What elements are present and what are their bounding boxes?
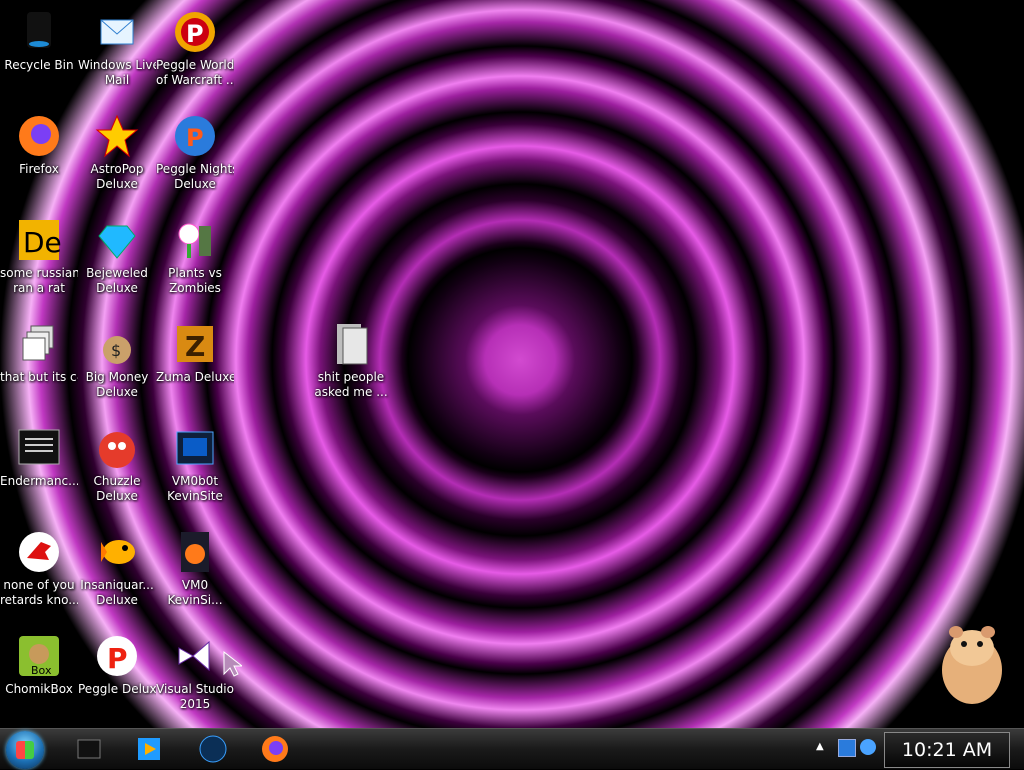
network-icon[interactable] xyxy=(838,739,856,757)
hamster-image xyxy=(930,610,1010,710)
desktop-icon-vm0-kevinsite[interactable]: VM0 KevinSi... xyxy=(156,528,234,608)
desktop-icon-astropop[interactable]: AstroPop Deluxe xyxy=(78,112,156,192)
desktop-icon-bejeweled[interactable]: Bejeweled Deluxe xyxy=(78,216,156,296)
chomikbox-icon: Box xyxy=(15,632,63,680)
desktop-icon-none-of-you[interactable]: none of you retards kno... xyxy=(0,528,78,608)
gem-icon xyxy=(93,216,141,264)
mail-icon xyxy=(93,8,141,56)
desktop-icon-peggle-deluxe[interactable]: P Peggle Deluxe xyxy=(78,632,156,697)
window-icon xyxy=(72,732,106,770)
recycle-bin-icon xyxy=(15,8,63,56)
globe-icon xyxy=(196,732,230,770)
zuma-icon: Z xyxy=(171,320,219,368)
desktop-icon-that-but-its-csharp[interactable]: that but its c# xyxy=(0,320,78,385)
plants-icon xyxy=(171,216,219,264)
terminal-icon xyxy=(15,424,63,472)
taskbar-button-browser[interactable] xyxy=(196,732,230,766)
desktop-icon-chuzzle[interactable]: Chuzzle Deluxe xyxy=(78,424,156,504)
svg-text:De: De xyxy=(23,226,62,259)
desktop-icon-windows-live-mail[interactable]: Windows Live Mail xyxy=(78,8,156,88)
desktop-icon-shit-people[interactable]: shit people asked me ... xyxy=(312,320,390,400)
desktop-icon-insaniquarium[interactable]: Insaniquar... Deluxe xyxy=(78,528,156,608)
taskbar-button-window[interactable] xyxy=(72,732,106,766)
taskbar: ▲ 10:21 AM xyxy=(0,728,1024,769)
desktop-icon-peggle-world[interactable]: P Peggle World of Warcraft ... xyxy=(156,8,234,88)
mouse-pointer-icon xyxy=(222,650,244,678)
svg-text:Box: Box xyxy=(31,664,52,677)
desktop-icon-some-russian[interactable]: De some russian ran a rat xyxy=(0,216,78,296)
system-tray: ▲ xyxy=(812,729,882,769)
svg-text:P: P xyxy=(107,642,128,675)
desktop-icon-recycle-bin[interactable]: Recycle Bin xyxy=(0,8,78,73)
peggle-deluxe-icon: P xyxy=(93,632,141,680)
folder-icon xyxy=(327,320,375,368)
taskbar-button-firefox[interactable] xyxy=(258,732,292,766)
vm-folder-icon xyxy=(171,424,219,472)
fish-icon xyxy=(93,528,141,576)
money-bag-icon: $ xyxy=(93,320,141,368)
media-player-icon xyxy=(132,732,166,770)
desktop-icon-plants-vs-zombies[interactable]: Plants vs Zombies xyxy=(156,216,234,296)
svg-text:P: P xyxy=(186,124,204,152)
chuzzle-icon xyxy=(93,424,141,472)
desktop-icon-endermanc[interactable]: Endermanc... xyxy=(0,424,78,489)
taskbar-button-media-player[interactable] xyxy=(132,732,166,766)
firefox-icon xyxy=(258,732,292,770)
start-orb-icon xyxy=(16,741,34,759)
desktop-icon-zuma[interactable]: Z Zuma Deluxe xyxy=(156,320,234,385)
desktop: Recycle Bin Firefox De some russian ran … xyxy=(0,0,1024,728)
svg-text:$: $ xyxy=(111,341,121,360)
volume-icon[interactable] xyxy=(860,739,876,755)
peggle-icon: P xyxy=(171,8,219,56)
chevron-up-icon[interactable]: ▲ xyxy=(816,741,828,753)
desktop-icon-big-money[interactable]: $ Big Money Deluxe xyxy=(78,320,156,400)
desktop-icon-peggle-nights[interactable]: P Peggle Nights Deluxe xyxy=(156,112,234,192)
desktop-icon-chomikbox[interactable]: Box ChomikBox xyxy=(0,632,78,697)
start-button[interactable] xyxy=(6,731,44,769)
firefox-file-icon xyxy=(171,528,219,576)
svg-text:Z: Z xyxy=(185,330,205,363)
visual-studio-icon xyxy=(171,632,219,680)
astropop-icon xyxy=(93,112,141,160)
desktop-icon-vm0b0t-kevinsite[interactable]: VM0b0t KevinSite xyxy=(156,424,234,504)
stack-icon xyxy=(15,320,63,368)
de-icon: De xyxy=(15,216,63,264)
desktop-icon-firefox[interactable]: Firefox xyxy=(0,112,78,177)
firefox-icon xyxy=(15,112,63,160)
dino-icon xyxy=(15,528,63,576)
peggle-nights-icon: P xyxy=(171,112,219,160)
svg-text:P: P xyxy=(186,20,204,48)
taskbar-clock[interactable]: 10:21 AM xyxy=(884,732,1010,768)
